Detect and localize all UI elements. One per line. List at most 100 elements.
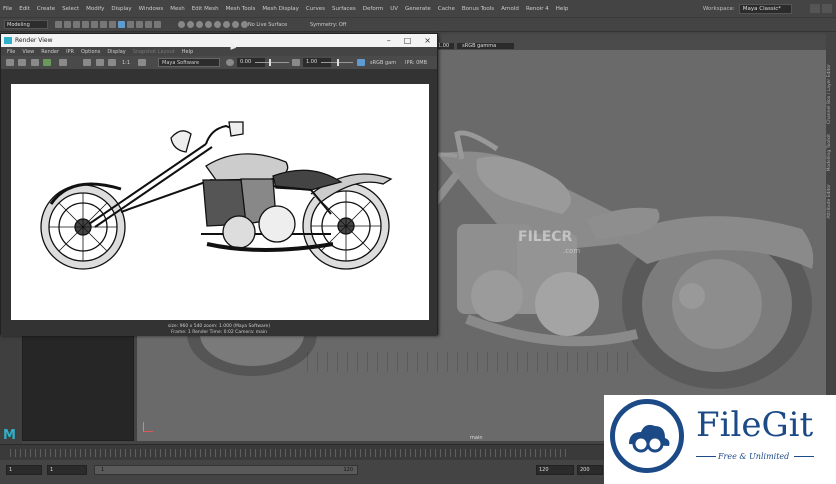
timeline-ticks: [10, 449, 566, 457]
menu-select[interactable]: Select: [62, 6, 79, 12]
refresh-icon[interactable]: [31, 59, 39, 66]
filegit-title: FileGit: [696, 405, 814, 445]
color-management-icon[interactable]: [357, 59, 365, 66]
rv-menu-options[interactable]: Options: [81, 49, 100, 55]
redo-icon[interactable]: [91, 21, 98, 28]
tab-attribute-editor[interactable]: Attribute Editor: [827, 184, 832, 219]
outliner-panel[interactable]: [22, 333, 134, 441]
display-icon[interactable]: [138, 59, 146, 66]
hypershade-icon[interactable]: [241, 21, 248, 28]
highlight-mode-icon[interactable]: [136, 21, 143, 28]
undo-icon[interactable]: [82, 21, 89, 28]
start-time-field[interactable]: 1: [6, 465, 42, 475]
playback-end-field[interactable]: 120: [536, 465, 574, 475]
select-by-component-icon[interactable]: [118, 21, 125, 28]
menu-file[interactable]: File: [3, 6, 12, 12]
menu-surfaces[interactable]: Surfaces: [332, 6, 356, 12]
rv-menu-ipr[interactable]: IPR: [66, 49, 74, 55]
menu-renoir-4[interactable]: Renoir 4: [526, 6, 549, 12]
history-icon[interactable]: [205, 21, 212, 28]
exposure-slider-handle[interactable]: [269, 59, 271, 66]
snap-curve-icon[interactable]: [154, 21, 161, 28]
menu-bonus-tools[interactable]: Bonus Tools: [462, 6, 494, 12]
maximize-icon[interactable]: [822, 4, 832, 13]
menu-edit[interactable]: Edit: [19, 6, 30, 12]
save-scene-icon[interactable]: [73, 21, 80, 28]
snap-point-icon[interactable]: [178, 21, 185, 28]
menu-deform[interactable]: Deform: [363, 6, 383, 12]
range-slider[interactable]: 1 120: [94, 465, 358, 475]
rv-menu-view[interactable]: View: [22, 49, 34, 55]
rv-menu-render[interactable]: Render: [41, 49, 59, 55]
tab-channel-box[interactable]: Channel Box / Layer Editor: [827, 64, 832, 124]
menu-modify[interactable]: Modify: [86, 6, 104, 12]
ipr-render-icon[interactable]: [223, 21, 230, 28]
menu-cache[interactable]: Cache: [438, 6, 455, 12]
workspace-dropdown[interactable]: Maya Classic*: [738, 4, 792, 14]
right-panel-tabs: Channel Box / Layer Editor Modelling Too…: [826, 34, 836, 441]
playback-start-field[interactable]: 1: [47, 465, 87, 475]
redo-render-icon[interactable]: [6, 59, 14, 66]
render-icon[interactable]: [214, 21, 221, 28]
close-icon[interactable]: ×: [424, 36, 431, 45]
zoom-ratio-button[interactable]: 1:1: [122, 60, 130, 66]
end-time-field[interactable]: 200: [577, 465, 603, 475]
render-view-window[interactable]: Render View – □ × File View Render IPR Optio…: [0, 33, 438, 336]
alpha-channel-icon[interactable]: [96, 59, 104, 66]
rgb-channel-icon[interactable]: [83, 59, 91, 66]
lock-selection-icon[interactable]: [127, 21, 134, 28]
watermark-text: FILECR: [518, 229, 573, 245]
snapshot-icon[interactable]: [59, 59, 67, 66]
menu-mesh[interactable]: Mesh: [170, 6, 184, 12]
render-status-line2: Frame: 1 Render Time: 0:02 Camera: main: [170, 329, 268, 335]
symmetry-label[interactable]: Symmetry: Off: [310, 22, 346, 28]
rv-menu-help[interactable]: Help: [182, 49, 193, 55]
render-view-toolbar: 1:1 Maya Software 0.00 1.00 sRGB gam IPR…: [1, 56, 437, 70]
file-tools: [55, 21, 161, 28]
minimize-icon[interactable]: –: [387, 36, 391, 45]
ipr-icon[interactable]: [18, 59, 26, 66]
tab-modelling-toolkit[interactable]: Modelling Toolkit: [827, 134, 832, 172]
rv-menu-snapshot-layout[interactable]: Snapshot Layout: [133, 49, 175, 55]
snap-grid-icon[interactable]: [145, 21, 152, 28]
menu-curves[interactable]: Curves: [306, 6, 325, 12]
exposure-slider[interactable]: [255, 62, 289, 63]
render-region-icon[interactable]: [43, 59, 51, 66]
menu-generate[interactable]: Generate: [405, 6, 431, 12]
gamma-icon: [292, 59, 300, 66]
select-by-hierarchy-icon[interactable]: [100, 21, 107, 28]
renderer-dropdown[interactable]: Maya Software: [158, 58, 220, 67]
new-scene-icon[interactable]: [55, 21, 62, 28]
badge-divider-right: [794, 456, 814, 457]
menu-uv[interactable]: UV: [390, 6, 398, 12]
workspace-selector[interactable]: Workspace: Maya Classic*: [703, 4, 792, 14]
snap-live-icon[interactable]: [196, 21, 203, 28]
menu-display[interactable]: Display: [111, 6, 131, 12]
select-by-object-icon[interactable]: [109, 21, 116, 28]
rendered-image[interactable]: [11, 84, 429, 320]
mode-dropdown[interactable]: Modeling: [4, 20, 48, 29]
rv-menu-file[interactable]: File: [7, 49, 15, 55]
rv-menu-display[interactable]: Display: [107, 49, 125, 55]
menu-arnold[interactable]: Arnold: [501, 6, 519, 12]
menu-help[interactable]: Help: [556, 6, 569, 12]
render-settings-icon[interactable]: [232, 21, 239, 28]
menu-create[interactable]: Create: [37, 6, 55, 12]
menu-mesh-tools[interactable]: Mesh Tools: [226, 6, 256, 12]
badge-divider-left: [696, 456, 716, 457]
gamma-slider-handle[interactable]: [337, 59, 339, 66]
ipr-memory-label: IPR: 0MB: [405, 60, 428, 66]
minimize-icon[interactable]: [810, 4, 820, 13]
open-scene-icon[interactable]: [64, 21, 71, 28]
color-space-label[interactable]: sRGB gam: [370, 60, 396, 66]
render-view-titlebar[interactable]: Render View – □ ×: [1, 34, 437, 47]
live-surface-label[interactable]: No Live Surface: [248, 22, 287, 28]
menu-edit-mesh[interactable]: Edit Mesh: [192, 6, 219, 12]
menu-windows[interactable]: Windows: [139, 6, 164, 12]
luminance-icon[interactable]: [108, 59, 116, 66]
watermark-subtext: .com: [563, 247, 581, 255]
render-view-menubar: File View Render IPR Options Display Snapshot …: [1, 47, 437, 56]
menu-mesh-display[interactable]: Mesh Display: [262, 6, 299, 12]
maximize-icon[interactable]: □: [404, 36, 412, 45]
snap-view-icon[interactable]: [187, 21, 194, 28]
